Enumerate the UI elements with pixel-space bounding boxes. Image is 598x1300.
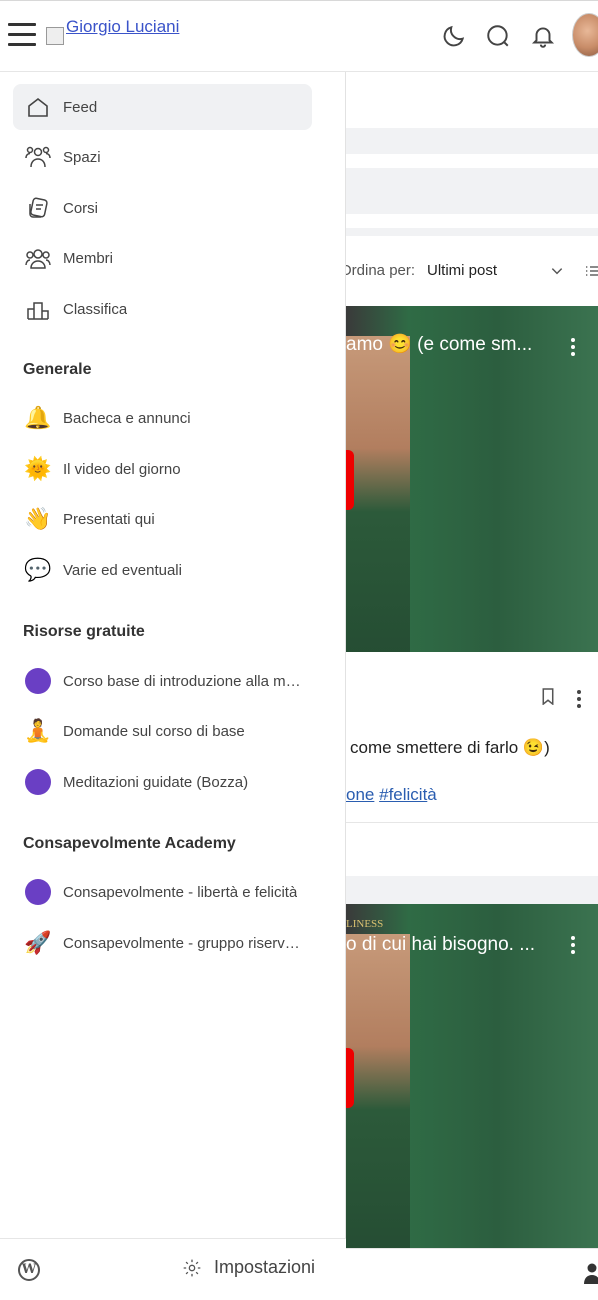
gear-icon	[183, 1259, 201, 1276]
courses-icon	[29, 197, 48, 218]
sidebar-item-meditazioni[interactable]: Meditazioni guidate (Bozza)	[13, 759, 312, 805]
search-icon[interactable]	[485, 23, 511, 49]
list-view-icon[interactable]	[584, 262, 598, 280]
sidebar-item-label: Spazi	[63, 148, 101, 166]
video-more-icon[interactable]	[571, 936, 577, 957]
site-logo[interactable]: Giorgio Luciani	[46, 15, 179, 45]
wordpress-icon[interactable]: W	[18, 1259, 40, 1281]
sidebar-item-liberta[interactable]: Consapevolmente - libertà e felicità	[13, 869, 312, 915]
top-header: Giorgio Luciani	[0, 0, 598, 72]
post-text: come smettere di farlo 😉)	[350, 738, 550, 757]
home-icon	[28, 97, 48, 117]
sidebar-item-corsi[interactable]: Corsi	[13, 185, 312, 231]
sidebar-item-label: Corsi	[63, 199, 99, 217]
menu-icon[interactable]	[8, 23, 36, 49]
sidebar-item-label: Feed	[63, 98, 98, 116]
video-person	[346, 336, 410, 652]
feed-divider	[346, 876, 598, 904]
sidebar-item-presentati[interactable]: 👋 Presentati qui	[13, 496, 312, 542]
hashtag-link[interactable]: #felicit	[379, 785, 427, 804]
sidebar-footer: W Impostazioni	[0, 1238, 346, 1300]
hashtag-link[interactable]: one	[346, 785, 374, 804]
sort-label: Ordina per:	[340, 262, 416, 279]
leaderboard-icon	[27, 302, 49, 320]
sidebar-drawer: Feed Spazi Corsi Membri Classifica Gener…	[0, 72, 346, 1300]
chevron-down-icon[interactable]	[550, 264, 564, 278]
sidebar-item-label: Bacheca e annunci	[63, 409, 191, 427]
sidebar-item-gruppo[interactable]: 🚀 Consapevolmente - gruppo riservato	[13, 920, 312, 966]
user-icon[interactable]	[584, 1262, 598, 1284]
spaces-icon	[25, 146, 51, 168]
section-title-risorse: Risorse gratuite	[23, 623, 145, 640]
hashtag-tail: à	[427, 785, 437, 804]
section-title-academy: Consapevolmente Academy	[23, 835, 236, 852]
sidebar-item-spazi[interactable]: Spazi	[13, 134, 312, 180]
space-color-dot	[25, 668, 51, 694]
settings-button[interactable]: Impostazioni	[182, 1257, 315, 1278]
post-more-icon[interactable]	[577, 690, 583, 711]
sidebar-item-label: Classifica	[63, 300, 128, 318]
sidebar-item-label: Consapevolmente - gruppo riservato	[63, 934, 303, 952]
meditation-emoji-icon: 🧘	[24, 718, 52, 743]
feed-divider	[346, 128, 598, 154]
bottom-bar	[346, 1248, 598, 1300]
bell-emoji-icon: 🔔	[24, 405, 52, 430]
bookmark-icon[interactable]	[541, 688, 555, 705]
video-title: o di cui hai bisogno. ...	[346, 934, 536, 955]
logo-link[interactable]: Giorgio Luciani	[66, 17, 179, 37]
sidebar-item-video-giorno[interactable]: 🌞 Il video del giorno	[13, 446, 312, 492]
space-color-dot	[25, 769, 51, 795]
sidebar-item-classifica[interactable]: Classifica	[13, 286, 312, 332]
post-video-thumbnail[interactable]: amo 😊 (e come sm...	[346, 306, 598, 652]
sidebar-item-label: Consapevolmente - libertà e felicità	[63, 883, 298, 901]
sidebar-item-label: Membri	[63, 249, 114, 267]
sidebar-item-membri[interactable]: Membri	[13, 235, 312, 281]
sidebar-item-domande[interactable]: 🧘 Domande sul corso di base	[13, 708, 312, 754]
sidebar-item-label: Il video del giorno	[63, 460, 181, 478]
video-person	[346, 934, 410, 1248]
sidebar-item-corso-base[interactable]: Corso base di introduzione alla me...	[13, 658, 312, 704]
sidebar-item-label: Meditazioni guidate (Bozza)	[63, 773, 249, 791]
speech-bubble-emoji-icon: 💬	[24, 557, 52, 582]
space-color-dot	[25, 879, 51, 905]
video-marker	[346, 450, 354, 510]
moon-icon[interactable]	[441, 23, 467, 49]
video-title: amo 😊 (e come sm...	[346, 334, 533, 355]
post-video-thumbnail[interactable]: LINESS o di cui hai bisogno. ...	[346, 904, 598, 1248]
sort-select[interactable]: Ultimi post	[427, 262, 497, 279]
sidebar-item-label: Corso base di introduzione alla me...	[63, 672, 303, 690]
video-overlay-text: LINESS	[346, 918, 384, 930]
feed-background: Ordina per: Ultimi post amo 😊 (e come sm…	[340, 72, 598, 1300]
wave-emoji-icon: 👋	[24, 506, 52, 531]
broken-image-icon	[46, 27, 64, 45]
section-title-generale: Generale	[23, 361, 92, 378]
feed-divider	[346, 228, 598, 236]
post-tags: one #felicità	[346, 785, 437, 805]
settings-label: Impostazioni	[214, 1257, 316, 1277]
sidebar-item-label: Domande sul corso di base	[63, 722, 245, 740]
avatar[interactable]	[572, 13, 598, 57]
sidebar-item-varie[interactable]: 💬 Varie ed eventuali	[13, 547, 312, 593]
bell-icon[interactable]	[530, 23, 556, 49]
sun-emoji-icon: 🌞	[24, 456, 52, 481]
sidebar-item-label: Varie ed eventuali	[63, 561, 182, 579]
video-marker	[346, 1048, 354, 1108]
sidebar-item-bacheca[interactable]: 🔔 Bacheca e annunci	[13, 395, 312, 441]
feed-composer-placeholder	[346, 168, 598, 214]
video-more-icon[interactable]	[571, 338, 577, 359]
members-icon	[25, 249, 51, 269]
rocket-emoji-icon: 🚀	[24, 930, 52, 955]
sidebar-item-label: Presentati qui	[63, 510, 155, 528]
sidebar-item-feed[interactable]: Feed	[13, 84, 312, 130]
post-separator	[346, 822, 598, 823]
